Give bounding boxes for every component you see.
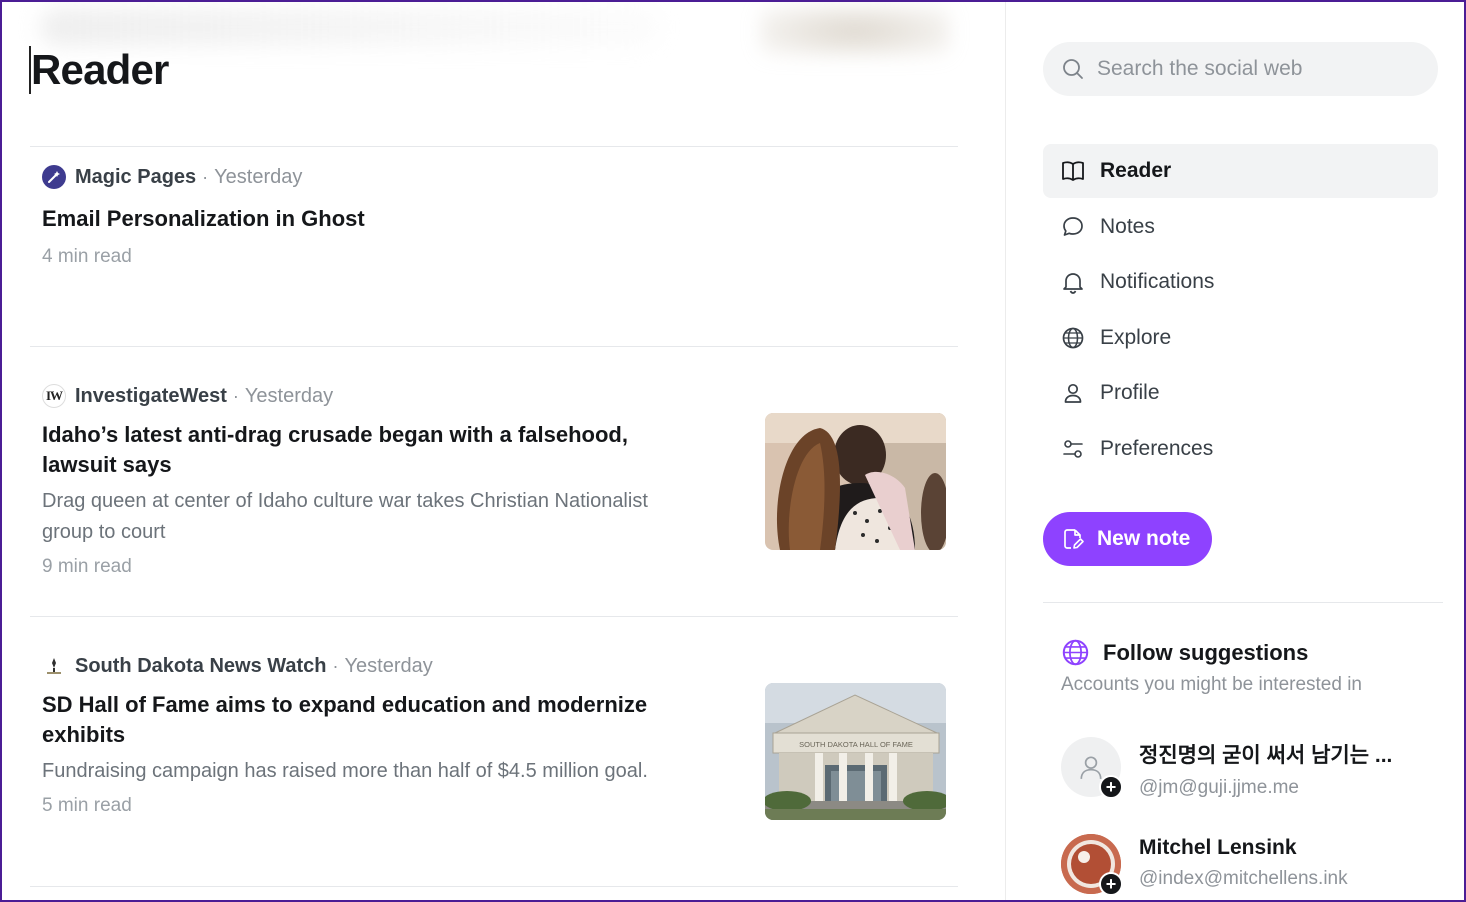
post-title[interactable]: Idaho’s latest anti-drag crusade began w… — [42, 420, 682, 480]
new-note-button[interactable]: New note — [1043, 512, 1212, 566]
blurred-header-backdrop — [40, 8, 660, 46]
read-time: 9 min read — [42, 556, 132, 577]
post-excerpt: Fundraising campaign has raised more tha… — [42, 760, 648, 782]
post-title[interactable]: Email Personalization in Ghost — [42, 204, 682, 234]
sidebar-item-explore[interactable]: Explore — [1043, 311, 1438, 365]
user-icon — [1064, 383, 1082, 403]
divider — [1043, 602, 1443, 603]
building-sign: SOUTH DAKOTA HALL OF FAME — [799, 740, 913, 749]
sidebar: Reader Notes Notifications Explore — [1007, 0, 1466, 902]
account-text: 정진명의 굳이 써서 남기는 ... @jm@guji.jjme.me — [1139, 739, 1429, 799]
user-placeholder-icon — [1080, 756, 1102, 779]
follow-suggestions-subtitle: Accounts you might be interested in — [1061, 674, 1363, 695]
publication-name[interactable]: InvestigateWest — [75, 385, 227, 408]
sidebar-item-profile[interactable]: Profile — [1043, 366, 1438, 420]
publication-name[interactable]: Magic Pages — [75, 166, 196, 189]
sidebar-item-label: Profile — [1100, 381, 1160, 404]
post-meta: Magic Pages · Yesterday — [42, 164, 958, 190]
post-time: Yesterday — [244, 384, 334, 407]
blurred-header-image — [760, 6, 950, 56]
divider — [30, 616, 958, 617]
post-thumbnail[interactable]: SOUTH DAKOTA HALL OF FAME — [765, 683, 946, 820]
follow-plus-icon[interactable]: + — [1099, 775, 1123, 799]
account-name: 정진명의 굳이 써서 남기는 ... — [1139, 744, 1393, 767]
post-excerpt: Drag queen at center of Idaho culture wa… — [42, 490, 648, 543]
post-meta: IW InvestigateWest · Yesterday — [42, 383, 958, 409]
account-handle: @index@mitchellens.ink — [1139, 868, 1348, 889]
follow-suggestions-title: Follow suggestions — [1103, 639, 1309, 665]
suggested-account[interactable]: + Mitchel Lensink @index@mitchellens.ink — [1061, 834, 1429, 896]
edit-file-icon — [1064, 529, 1084, 549]
divider — [30, 146, 958, 147]
suggested-account[interactable]: + 정진명의 굳이 써서 남기는 ... @jm@guji.jjme.me — [1061, 737, 1429, 799]
post-time: Yesterday — [214, 165, 303, 188]
book-open-icon — [1062, 161, 1084, 181]
read-time: 4 min read — [42, 246, 132, 267]
separator-dot: · — [232, 385, 239, 406]
sidebar-item-label: Notes — [1100, 214, 1155, 238]
sidebar-item-notifications[interactable]: Notifications — [1043, 255, 1438, 309]
account-name: Mitchel Lensink — [1139, 836, 1297, 859]
magic-wand-icon — [42, 165, 66, 189]
new-note-label: New note — [1097, 527, 1191, 550]
bell-icon — [1063, 273, 1083, 294]
sidebar-item-label: Reader — [1100, 159, 1172, 182]
account-text: Mitchel Lensink @index@mitchellens.ink — [1139, 836, 1429, 890]
globe-icon — [1062, 639, 1089, 666]
avatar: + — [1061, 737, 1123, 799]
search-bar[interactable] — [1043, 42, 1438, 96]
post-thumbnail[interactable] — [765, 413, 946, 550]
globe-icon — [1062, 327, 1084, 348]
account-handle: @jm@guji.jjme.me — [1139, 777, 1299, 798]
search-icon — [1063, 59, 1083, 79]
search-input[interactable] — [1097, 57, 1417, 81]
publication-name[interactable]: South Dakota News Watch — [75, 655, 327, 678]
sidebar-item-label: Explore — [1100, 325, 1172, 349]
separator-dot: · — [202, 166, 209, 187]
post-item[interactable]: South Dakota News Watch · Yesterday SD H… — [42, 653, 958, 820]
avatar: + — [1061, 834, 1123, 896]
sidebar-item-label: Notifications — [1100, 270, 1215, 293]
reader-main: Reader Magic Pages · Yesterday Email Per… — [0, 0, 1006, 902]
follow-suggestions-header: Follow suggestions — [1061, 638, 1308, 667]
post-title[interactable]: SD Hall of Fame aims to expand education… — [42, 690, 682, 750]
post-meta: South Dakota News Watch · Yesterday — [42, 653, 958, 679]
divider — [30, 346, 958, 347]
separator-dot: · — [332, 655, 339, 676]
page-title: Reader — [29, 46, 169, 94]
sidebar-nav: Reader Notes Notifications Explore Profi… — [1043, 144, 1438, 477]
speech-bubble-icon — [1063, 216, 1083, 236]
divider — [30, 886, 958, 887]
sidebar-item-reader[interactable]: Reader — [1043, 144, 1438, 198]
follow-plus-icon[interactable]: + — [1099, 872, 1123, 896]
post-item[interactable]: IW InvestigateWest · Yesterday Idaho’s l… — [42, 383, 958, 578]
hug-photo-image — [765, 413, 946, 550]
post-item[interactable]: Magic Pages · Yesterday Email Personaliz… — [42, 164, 958, 268]
sidebar-item-notes[interactable]: Notes — [1043, 200, 1438, 254]
post-time: Yesterday — [344, 654, 433, 677]
sliders-icon — [1063, 439, 1083, 458]
publication-logo: IW — [42, 384, 66, 408]
sidebar-item-preferences[interactable]: Preferences — [1043, 422, 1438, 476]
sd-logo-icon — [42, 654, 66, 678]
sidebar-item-label: Preferences — [1100, 436, 1214, 460]
building-photo-image: SOUTH DAKOTA HALL OF FAME — [765, 683, 946, 820]
